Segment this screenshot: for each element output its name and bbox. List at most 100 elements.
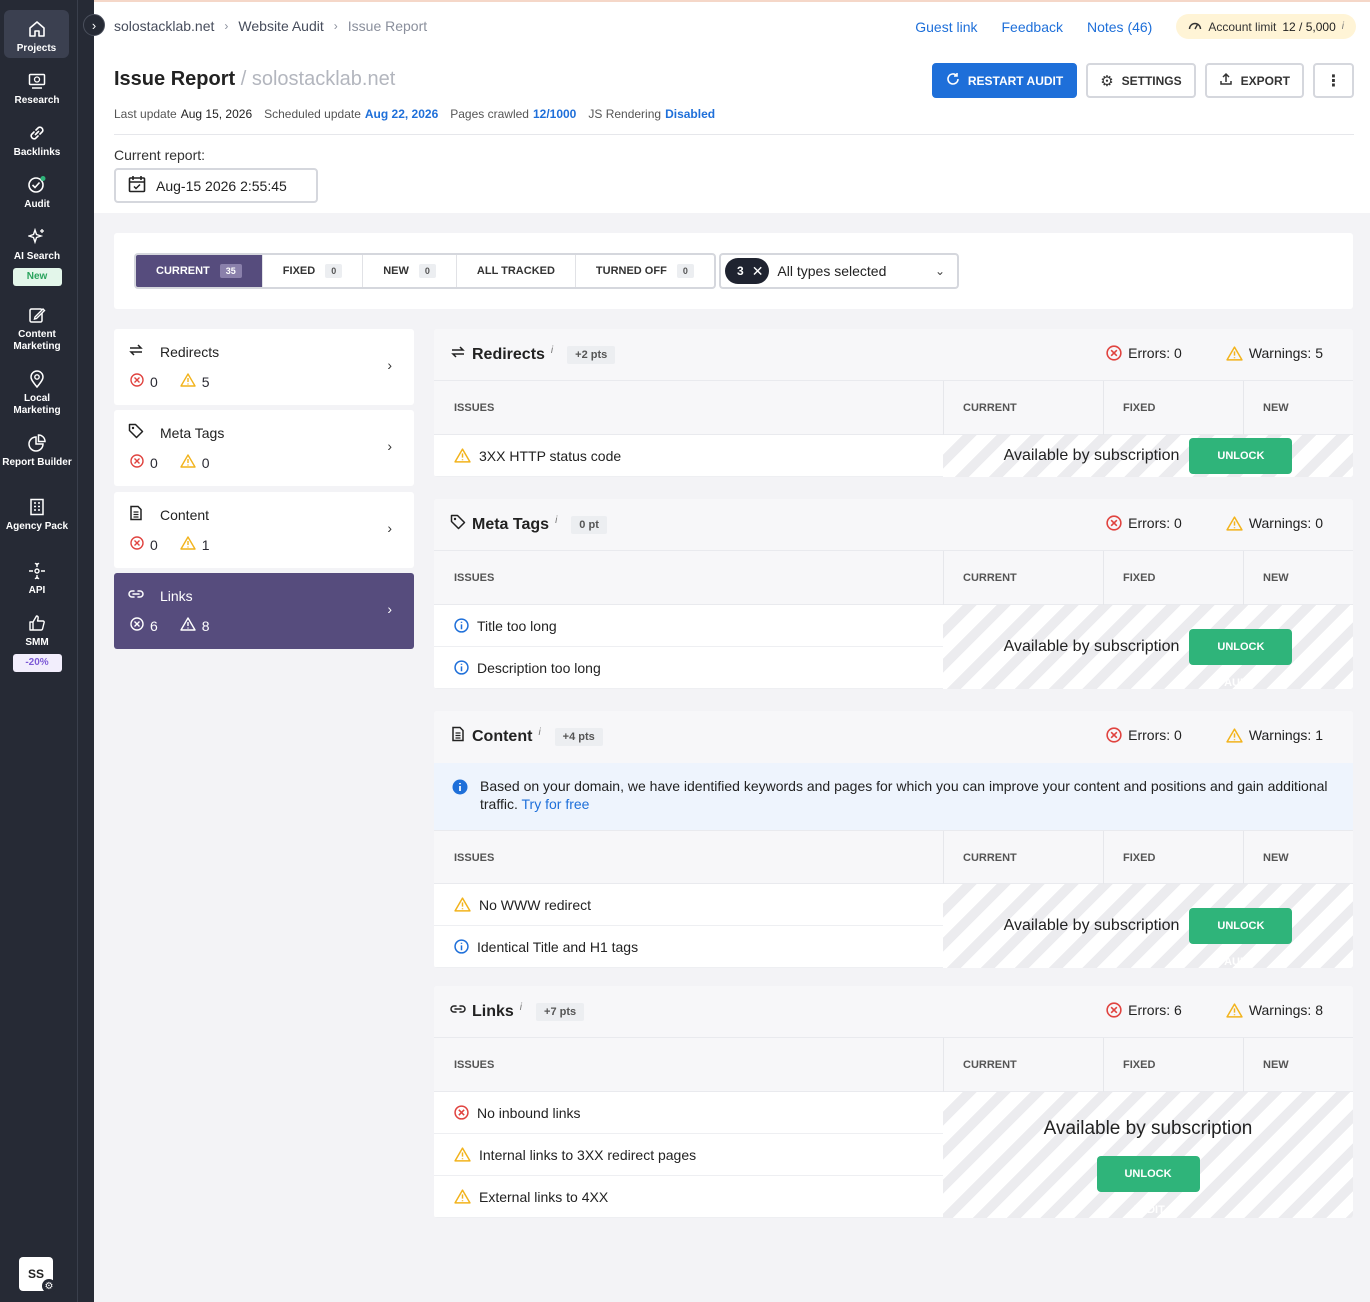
export-button[interactable]: EXPORT bbox=[1204, 63, 1304, 98]
settings-button[interactable]: ⚙ SETTINGS bbox=[1086, 63, 1196, 98]
column-current: CURRENT bbox=[963, 1059, 1017, 1071]
close-icon[interactable]: ✕ bbox=[752, 263, 764, 280]
section-header: Meta Tags i 0 pt Errors: 0 Warnings: 0 bbox=[434, 499, 1353, 551]
new-badge: New bbox=[12, 268, 62, 286]
sidebar-item-api[interactable]: API bbox=[0, 560, 74, 597]
breadcrumb: solostacklab.net › Website Audit › Issue… bbox=[114, 18, 427, 34]
collapse-sidebar-button[interactable]: › bbox=[83, 14, 105, 36]
sidebar-item-smm[interactable]: SMM -20% bbox=[0, 612, 74, 672]
more-options-button[interactable]: ⋮ bbox=[1313, 63, 1354, 98]
tab-fixed[interactable]: FIXED 0 bbox=[263, 255, 364, 287]
link-icon bbox=[26, 122, 48, 144]
table-row[interactable]: Internal links to 3XX redirect pages bbox=[434, 1134, 943, 1176]
breadcrumb-domain[interactable]: solostacklab.net bbox=[114, 18, 214, 34]
chevron-down-icon: ⌄ bbox=[934, 264, 945, 278]
tab-turned-off[interactable]: TURNED OFF 0 bbox=[576, 255, 714, 287]
tab-all-tracked[interactable]: ALL TRACKED bbox=[457, 255, 576, 287]
column-new: NEW bbox=[1263, 852, 1289, 864]
section-title: Redirects i +2 pts bbox=[450, 344, 616, 365]
info-icon[interactable]: i bbox=[1342, 21, 1344, 32]
unlock-audit-button[interactable]: UNLOCK AUDIT bbox=[1189, 908, 1293, 968]
sidebar-item-ai-search[interactable]: AI Search New bbox=[0, 226, 74, 286]
locked-overlay: Available by subscription UNLOCK AUDIT bbox=[943, 605, 1353, 689]
js-rendering: JS Rendering Disabled bbox=[588, 107, 716, 121]
section-title: Content i +4 pts bbox=[450, 726, 603, 747]
category-redirects[interactable]: Redirects 0 5 › bbox=[114, 329, 414, 405]
breadcrumb-website-audit[interactable]: Website Audit bbox=[238, 18, 323, 34]
category-counts: 0 5 bbox=[130, 373, 210, 390]
unlock-audit-button[interactable]: UNLOCK AUDIT bbox=[1189, 438, 1293, 474]
table-row[interactable]: 3XX HTTP status code bbox=[434, 435, 943, 477]
chevron-right-icon: › bbox=[387, 520, 392, 536]
kebab-menu-icon: ⋮ bbox=[1325, 72, 1342, 90]
column-new: NEW bbox=[1263, 1059, 1289, 1071]
notes-link[interactable]: Notes (46) bbox=[1087, 19, 1152, 35]
sidebar-item-projects[interactable]: Projects bbox=[4, 10, 69, 58]
sidebar-item-report-builder[interactable]: Report Builder bbox=[0, 432, 74, 469]
restart-audit-button[interactable]: RESTART AUDIT bbox=[931, 63, 1078, 98]
table-header: ISSUES CURRENT FIXED NEW bbox=[434, 551, 1353, 605]
try-for-free-link[interactable]: Try for free bbox=[522, 796, 590, 812]
category-name: Content bbox=[160, 507, 210, 523]
sidebar-item-research[interactable]: Research bbox=[0, 70, 74, 107]
warning-icon bbox=[454, 448, 471, 463]
feedback-link[interactable]: Feedback bbox=[1002, 19, 1063, 35]
sidebar-item-agency-pack[interactable]: Agency Pack bbox=[0, 496, 74, 533]
points-badge: 0 pt bbox=[571, 515, 607, 534]
section-stats: Errors: 0 Warnings: 5 bbox=[1106, 345, 1323, 361]
info-icon[interactable]: i bbox=[538, 727, 540, 738]
tag-icon bbox=[128, 423, 146, 441]
page-title: Issue Report / solostacklab.net bbox=[114, 68, 395, 91]
tab-new[interactable]: NEW 0 bbox=[363, 255, 457, 287]
unlock-audit-button[interactable]: UNLOCK AUDIT bbox=[1096, 1156, 1200, 1216]
account-limit[interactable]: Account limit 12 / 5,000 i bbox=[1176, 14, 1356, 39]
table-row[interactable]: Identical Title and H1 tags bbox=[434, 926, 943, 968]
table-row[interactable]: Title too long bbox=[434, 605, 943, 647]
table-row[interactable]: External links to 4XX bbox=[434, 1176, 943, 1218]
sidebar-item-content-marketing[interactable]: Content Marketing bbox=[0, 304, 74, 353]
gear-icon[interactable]: ⚙ bbox=[42, 1279, 56, 1293]
category-meta-tags[interactable]: Meta Tags 0 0 › bbox=[114, 410, 414, 486]
column-fixed: FIXED bbox=[1123, 572, 1156, 584]
sidebar-item-local-marketing[interactable]: Local Marketing bbox=[0, 368, 74, 417]
table-row[interactable]: No WWW redirect bbox=[434, 884, 943, 926]
report-date-value: Aug-15 2026 2:55:45 bbox=[156, 177, 287, 194]
info-icon[interactable]: i bbox=[555, 515, 557, 526]
category-content[interactable]: Content 0 1 › bbox=[114, 492, 414, 568]
column-fixed: FIXED bbox=[1123, 1059, 1156, 1071]
info-icon[interactable]: i bbox=[551, 345, 553, 356]
points-badge: +4 pts bbox=[554, 727, 603, 746]
selected-types-pill[interactable]: 3 ✕ bbox=[725, 258, 770, 284]
settings-label: SETTINGS bbox=[1121, 73, 1182, 88]
report-date-picker[interactable]: Aug-15 2026 2:55:45 bbox=[114, 168, 318, 203]
category-counts: 0 1 bbox=[130, 536, 210, 553]
sidebar-item-audit[interactable]: Audit bbox=[0, 174, 74, 211]
warning-icon bbox=[1226, 727, 1243, 743]
locked-overlay: Available by subscription UNLOCK AUDIT bbox=[943, 1092, 1353, 1218]
column-issues: ISSUES bbox=[454, 1059, 495, 1071]
category-counts: 0 0 bbox=[130, 454, 210, 471]
tab-current[interactable]: CURRENT 35 bbox=[136, 255, 263, 287]
unlock-audit-button[interactable]: UNLOCK AUDIT bbox=[1189, 629, 1293, 689]
locked-text: Available by subscription bbox=[1043, 1118, 1253, 1139]
warning-icon bbox=[454, 1189, 471, 1204]
info-icon[interactable]: i bbox=[520, 1002, 522, 1013]
chevron-right-icon: › bbox=[224, 19, 229, 33]
issue-types-select[interactable]: 3 ✕ All types selected ⌄ bbox=[719, 253, 959, 289]
category-links[interactable]: Links 6 8 › bbox=[114, 573, 414, 649]
account-limit-label: Account limit bbox=[1208, 19, 1277, 34]
warning-count: 1 bbox=[201, 536, 210, 553]
sidebar-item-label: AI Search bbox=[13, 251, 61, 262]
breadcrumb-current: Issue Report bbox=[347, 18, 428, 34]
chevron-right-icon: › bbox=[387, 601, 392, 617]
sidebar-item-label: Report Builder bbox=[2, 457, 72, 468]
sidebar-item-backlinks[interactable]: Backlinks bbox=[0, 122, 74, 159]
warning-icon bbox=[1226, 345, 1243, 361]
guest-link[interactable]: Guest link bbox=[915, 19, 977, 35]
table-row[interactable]: No inbound links bbox=[434, 1092, 943, 1134]
table-row[interactable]: Description too long bbox=[434, 647, 943, 689]
sidebar-item-label: Research bbox=[14, 95, 60, 106]
error-icon bbox=[1106, 515, 1122, 531]
warning-count: 0 bbox=[201, 454, 210, 471]
warnings-stat: Warnings: 5 bbox=[1226, 345, 1323, 361]
